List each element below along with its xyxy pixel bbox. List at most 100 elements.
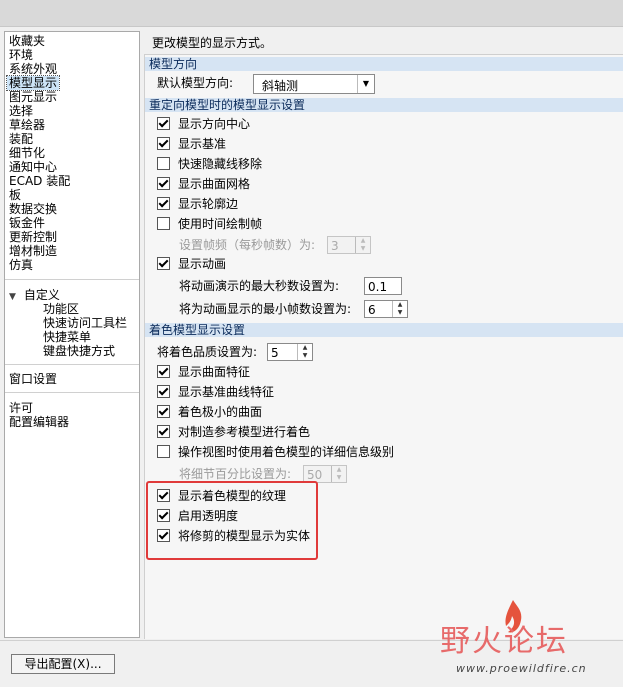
option-label: 对制造参考模型进行着色 — [178, 425, 311, 439]
checkbox[interactable] — [157, 489, 170, 502]
nav-item-customize[interactable]: ▼ 自定义 — [9, 288, 60, 302]
category-nav: 收藏夹 环境 系统外观 模型显示 图元显示 选择 草绘器 装配 细节化 通知中心… — [4, 31, 140, 638]
nav-item-customize-label: 自定义 — [23, 288, 60, 302]
section-header-orientation: 模型方向 — [145, 57, 623, 71]
orientation-dropdown[interactable]: 斜轴测 ▼ — [253, 74, 375, 94]
nav-separator — [5, 392, 139, 393]
option-label: 显示轮廓边 — [178, 197, 239, 211]
option-label: 显示曲面网格 — [178, 177, 251, 191]
checkbox[interactable] — [157, 137, 170, 150]
nav-item-notification-center[interactable]: 通知中心 — [9, 160, 57, 174]
expand-triangle-icon[interactable]: ▼ — [9, 290, 16, 304]
nav-item-ecad-assembly[interactable]: ECAD 装配 — [9, 174, 70, 188]
option-label: 将修剪的模型显示为实体 — [178, 529, 311, 543]
nav-item-additive-manufacturing[interactable]: 增材制造 — [9, 244, 57, 258]
nav-item-assembly[interactable]: 装配 — [9, 132, 33, 146]
option-label: 显示动画 — [178, 257, 227, 271]
detail-percent-label: 将细节百分比设置为: — [179, 467, 292, 481]
checkbox[interactable] — [157, 405, 170, 418]
nav-item-keyboard-shortcuts[interactable]: 键盘快捷方式 — [43, 344, 115, 358]
settings-main: 更改模型的显示方式。 模型方向 默认模型方向: 斜轴测 ▼ 重定向模型时的模型显… — [144, 31, 623, 639]
option-use-time-frames[interactable]: 使用时间绘制帧 — [157, 216, 262, 232]
detail-percent-stepper[interactable]: 50 ▲ ▼ — [303, 465, 347, 483]
orientation-dropdown-value: 斜轴测 — [262, 79, 299, 93]
option-show-texture[interactable]: 显示着色模型的纹理 — [157, 488, 286, 504]
option-trimmed-as-solid[interactable]: 将修剪的模型显示为实体 — [157, 528, 310, 544]
nav-item-favorites[interactable]: 收藏夹 — [9, 34, 45, 48]
option-show-surface-mesh[interactable]: 显示曲面网格 — [157, 176, 250, 192]
option-label: 显示曲面特征 — [178, 365, 251, 379]
option-show-datums[interactable]: 显示基准 — [157, 136, 226, 152]
checkbox[interactable] — [157, 365, 170, 378]
option-show-animation[interactable]: 显示动画 — [157, 256, 226, 272]
window-top-bar — [0, 0, 623, 27]
option-show-orientation-center[interactable]: 显示方向中心 — [157, 116, 250, 132]
frame-rate-label: 设置帧频（每秒帧数）为: — [179, 238, 316, 252]
nav-item-detailing[interactable]: 细节化 — [9, 146, 45, 160]
section-header-shaded: 着色模型显示设置 — [145, 323, 623, 337]
stepper-arrows-icon[interactable]: ▲ ▼ — [355, 237, 370, 253]
anim-min-frames-label: 将为动画显示的最小帧数设置为: — [179, 302, 352, 316]
nav-item-config-editor[interactable]: 配置编辑器 — [9, 415, 69, 429]
checkbox[interactable] — [157, 529, 170, 542]
option-label: 显示基准 — [178, 137, 227, 151]
checkbox[interactable] — [157, 445, 170, 458]
checkbox[interactable] — [157, 425, 170, 438]
option-show-surface-features[interactable]: 显示曲面特征 — [157, 364, 250, 380]
checkbox[interactable] — [157, 197, 170, 210]
anim-max-seconds-input[interactable]: 0.1 — [364, 277, 402, 295]
nav-item-model-display[interactable]: 模型显示 — [5, 75, 61, 91]
nav-item-selection[interactable]: 选择 — [9, 104, 33, 118]
nav-item-ribbon[interactable]: 功能区 — [43, 302, 79, 316]
nav-item-entity-display[interactable]: 图元显示 — [9, 90, 57, 104]
option-label: 显示着色模型的纹理 — [178, 489, 287, 503]
stepper-arrows-icon[interactable]: ▲ ▼ — [392, 301, 407, 317]
nav-item-data-exchange[interactable]: 数据交换 — [9, 202, 57, 216]
option-label: 使用时间绘制帧 — [178, 217, 263, 231]
shade-quality-stepper[interactable]: 5 ▲ ▼ — [267, 343, 313, 361]
checkbox[interactable] — [157, 157, 170, 170]
checkbox[interactable] — [157, 385, 170, 398]
section-header-reorient: 重定向模型时的模型显示设置 — [145, 98, 623, 112]
orientation-label: 默认模型方向: — [157, 76, 234, 90]
option-show-silhouette-edges[interactable]: 显示轮廓边 — [157, 196, 238, 212]
nav-separator — [5, 364, 139, 365]
stepper-arrows-icon[interactable]: ▲ ▼ — [331, 466, 346, 482]
shade-quality-value: 5 — [271, 346, 279, 360]
page-description: 更改模型的显示方式。 — [152, 36, 273, 50]
nav-item-shortcut-menus[interactable]: 快捷菜单 — [43, 330, 91, 344]
forum-watermark-logo: 野火论坛 www.proewildfire.cn — [436, 598, 623, 686]
nav-item-sheetmetal[interactable]: 钣金件 — [9, 216, 45, 230]
checkbox[interactable] — [157, 177, 170, 190]
nav-item-window-settings[interactable]: 窗口设置 — [9, 372, 57, 386]
watermark-url: www.proewildfire.cn — [456, 662, 587, 675]
watermark-title: 野火论坛 — [440, 624, 568, 659]
nav-item-board[interactable]: 板 — [9, 188, 21, 202]
anim-min-frames-value: 6 — [368, 303, 376, 317]
option-enable-transparency[interactable]: 启用透明度 — [157, 508, 238, 524]
option-label: 显示方向中心 — [178, 117, 251, 131]
checkbox[interactable] — [157, 509, 170, 522]
nav-item-license[interactable]: 许可 — [9, 401, 33, 415]
checkbox[interactable] — [157, 257, 170, 270]
nav-item-simulation[interactable]: 仿真 — [9, 258, 33, 272]
option-show-datum-curves[interactable]: 显示基准曲线特征 — [157, 384, 274, 400]
chevron-down-icon[interactable]: ▼ — [357, 75, 374, 93]
option-shade-mfg-ref-models[interactable]: 对制造参考模型进行着色 — [157, 424, 310, 440]
nav-item-system-appearance[interactable]: 系统外观 — [9, 62, 57, 76]
option-shade-small-surfaces[interactable]: 着色极小的曲面 — [157, 404, 262, 420]
stepper-arrows-icon[interactable]: ▲ ▼ — [297, 344, 312, 360]
export-config-button[interactable]: 导出配置(X)... — [11, 654, 115, 674]
option-fast-hlr[interactable]: 快速隐藏线移除 — [157, 156, 262, 172]
nav-item-update-control[interactable]: 更新控制 — [9, 230, 57, 244]
checkbox[interactable] — [157, 217, 170, 230]
nav-item-quick-access-toolbar[interactable]: 快速访问工具栏 — [43, 316, 127, 330]
nav-item-sketcher[interactable]: 草绘器 — [9, 118, 45, 132]
nav-item-environment[interactable]: 环境 — [9, 48, 33, 62]
shade-quality-label: 将着色品质设置为: — [157, 345, 258, 359]
checkbox[interactable] — [157, 117, 170, 130]
anim-min-frames-stepper[interactable]: 6 ▲ ▼ — [364, 300, 408, 318]
option-shaded-lod[interactable]: 操作视图时使用着色模型的详细信息级别 — [157, 444, 394, 460]
frame-rate-value: 3 — [331, 239, 339, 253]
frame-rate-stepper[interactable]: 3 ▲ ▼ — [327, 236, 371, 254]
